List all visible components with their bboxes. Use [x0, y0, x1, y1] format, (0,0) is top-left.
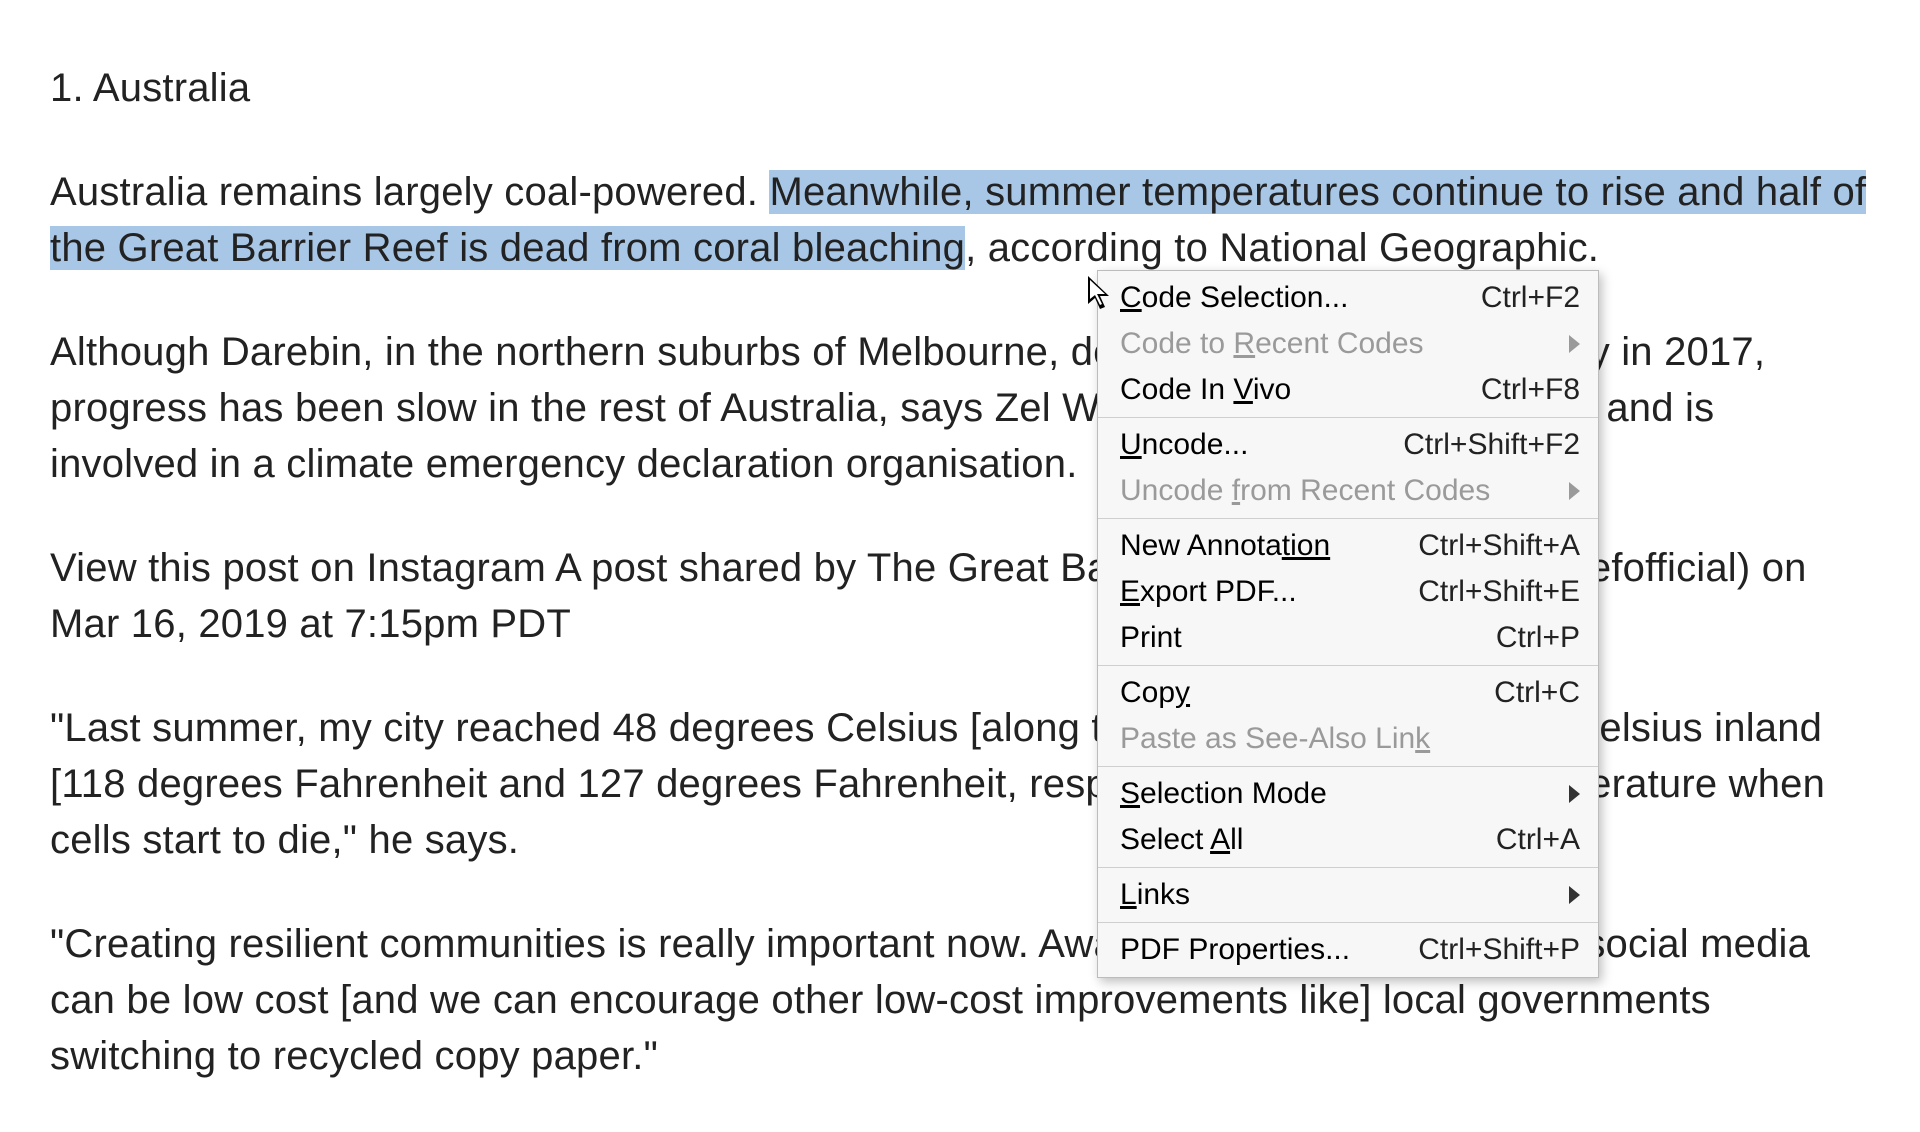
menu-separator [1098, 922, 1598, 923]
menu-separator [1098, 417, 1598, 418]
para1-pre: Australia remains largely coal-powered. [50, 170, 769, 214]
menu-uncode[interactable]: Uncode... Ctrl+Shift+F2 [1098, 422, 1598, 468]
menu-print[interactable]: Print Ctrl+P [1098, 615, 1598, 661]
submenu-arrow-icon [1569, 335, 1580, 353]
shortcut: Ctrl+Shift+F2 [1403, 428, 1580, 462]
context-menu: Code Selection... Ctrl+F2 Code to Recent… [1097, 270, 1599, 978]
submenu-arrow-icon [1569, 785, 1580, 803]
menu-selection-mode[interactable]: Selection Mode [1098, 771, 1598, 817]
para1-post: , according to National Geographic. [965, 226, 1599, 270]
menu-separator [1098, 766, 1598, 767]
shortcut: Ctrl+F2 [1481, 281, 1580, 315]
submenu-arrow-icon [1569, 482, 1580, 500]
shortcut: Ctrl+P [1496, 621, 1580, 655]
menu-copy[interactable]: Copy Ctrl+C [1098, 670, 1598, 716]
menu-code-to-recent-codes: Code to Recent Codes [1098, 321, 1598, 367]
shortcut: Ctrl+C [1494, 676, 1580, 710]
menu-code-in-vivo[interactable]: Code In Vivo Ctrl+F8 [1098, 367, 1598, 413]
paragraph-1: Australia remains largely coal-powered. … [50, 164, 1870, 276]
shortcut: Ctrl+Shift+A [1418, 529, 1580, 563]
heading: 1. Australia [50, 60, 1870, 116]
menu-select-all[interactable]: Select All Ctrl+A [1098, 817, 1598, 863]
shortcut: Ctrl+A [1496, 823, 1580, 857]
shortcut: Ctrl+Shift+E [1418, 575, 1580, 609]
shortcut: Ctrl+F8 [1481, 373, 1580, 407]
menu-paste-see-also-link: Paste as See-Also Link [1098, 716, 1598, 762]
menu-separator [1098, 665, 1598, 666]
menu-pdf-properties[interactable]: PDF Properties... Ctrl+Shift+P [1098, 927, 1598, 973]
menu-uncode-from-recent-codes: Uncode from Recent Codes [1098, 468, 1598, 514]
menu-code-selection[interactable]: Code Selection... Ctrl+F2 [1098, 275, 1598, 321]
menu-links[interactable]: Links [1098, 872, 1598, 918]
submenu-arrow-icon [1569, 886, 1580, 904]
menu-separator [1098, 518, 1598, 519]
menu-new-annotation[interactable]: New Annotation Ctrl+Shift+A [1098, 523, 1598, 569]
menu-export-pdf[interactable]: Export PDF... Ctrl+Shift+E [1098, 569, 1598, 615]
menu-separator [1098, 867, 1598, 868]
shortcut: Ctrl+Shift+P [1418, 933, 1580, 967]
